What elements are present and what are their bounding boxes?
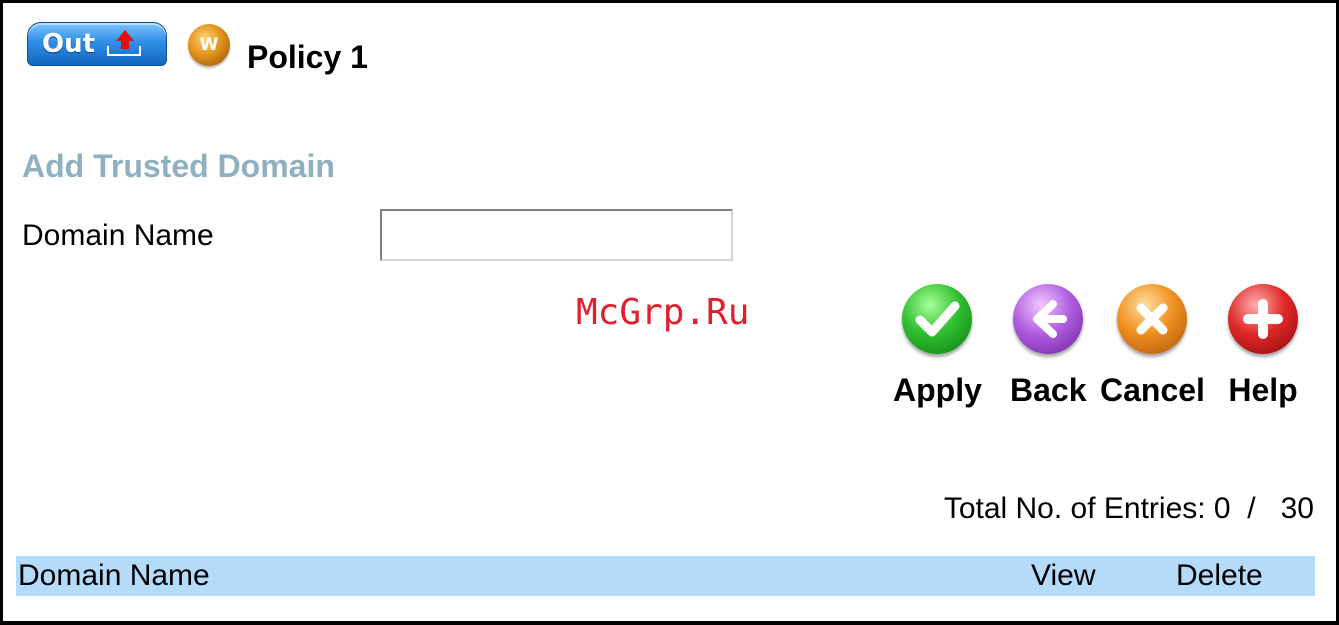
apply-button[interactable]: Apply: [893, 284, 982, 409]
total-entries-count: Total No. of Entries: 0 / 30: [943, 492, 1314, 525]
plus-icon: [1228, 284, 1298, 354]
w-badge-letter: W: [199, 35, 219, 55]
checkmark-icon: [902, 284, 973, 354]
cancel-label: Cancel: [1100, 372, 1205, 408]
section-title: Add Trusted Domain: [22, 148, 335, 184]
domain-name-input[interactable]: [380, 209, 733, 261]
help-button[interactable]: Help: [1228, 284, 1298, 409]
back-arrow-icon: [1013, 284, 1084, 354]
column-domain-name: Domain Name: [18, 559, 210, 592]
back-label: Back: [1010, 372, 1087, 408]
column-view: View: [1031, 559, 1096, 592]
out-button-label: Out: [42, 29, 96, 59]
upload-arrow-icon: [105, 30, 145, 58]
page-title: Policy 1: [247, 39, 368, 75]
apply-label: Apply: [893, 372, 982, 408]
watermark: McGrp.Ru: [576, 292, 750, 333]
out-button[interactable]: Out: [27, 22, 167, 66]
cancel-button[interactable]: Cancel: [1100, 284, 1205, 409]
domain-name-label: Domain Name: [22, 219, 214, 252]
w-badge-icon: W: [188, 24, 230, 66]
back-button[interactable]: Back: [1010, 284, 1087, 409]
table-header: Domain Name View Delete: [16, 556, 1315, 596]
column-delete: Delete: [1176, 559, 1263, 592]
x-icon: [1117, 284, 1188, 354]
help-label: Help: [1228, 372, 1298, 408]
